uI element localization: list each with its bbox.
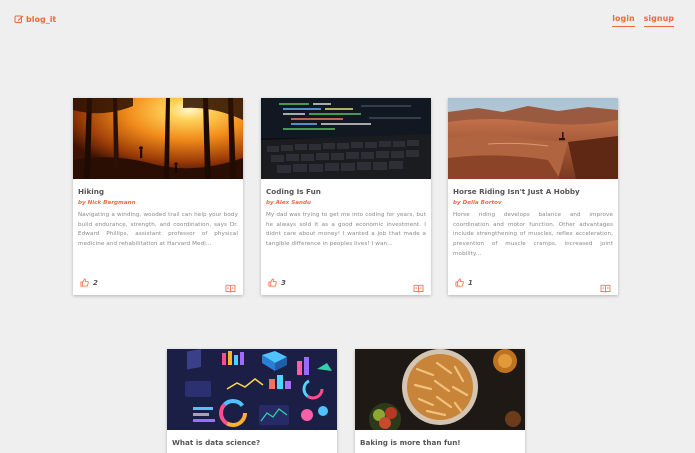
post-title[interactable]: Horse Riding Isn't Just A Hobby xyxy=(453,187,613,196)
post-card[interactable]: Horse Riding Isn't Just A Hobby by Delia… xyxy=(448,98,618,295)
post-author: by Delia Bortov xyxy=(453,200,502,206)
post-card[interactable]: What is data science? xyxy=(167,349,337,453)
post-footer: 2 xyxy=(73,273,243,295)
read-more-button[interactable] xyxy=(225,278,236,295)
navbar: blog_it login signup xyxy=(0,0,695,40)
book-open-icon xyxy=(600,284,611,293)
post-image xyxy=(355,349,525,430)
book-open-icon xyxy=(413,284,424,293)
read-more-button[interactable] xyxy=(413,278,424,295)
post-card[interactable]: Hiking by Nick Bergmann Navigating a win… xyxy=(73,98,243,295)
like-button[interactable]: 1 xyxy=(455,278,473,287)
post-title[interactable]: Baking is more than fun! xyxy=(360,438,520,447)
post-card[interactable]: Coding Is Fun by Alex Sandu My dad was t… xyxy=(261,98,431,295)
post-image xyxy=(261,98,431,179)
post-title[interactable]: What is data science? xyxy=(172,438,332,447)
post-image xyxy=(448,98,618,179)
signup-link[interactable]: signup xyxy=(643,14,674,27)
book-open-icon xyxy=(225,284,236,293)
like-button[interactable]: 3 xyxy=(268,278,286,287)
brand-name: blog_it xyxy=(26,14,57,24)
post-title[interactable]: Hiking xyxy=(78,187,238,196)
like-count: 1 xyxy=(468,278,473,287)
post-excerpt: My dad was trying to get me into coding … xyxy=(266,212,426,248)
thumbs-up-icon xyxy=(455,278,464,287)
post-title[interactable]: Coding Is Fun xyxy=(266,187,426,196)
thumbs-up-icon xyxy=(268,278,277,287)
post-excerpt: Horse riding develops balance and improv… xyxy=(453,212,613,257)
login-link[interactable]: login xyxy=(612,14,635,27)
post-excerpt: Navigating a winding, wooded trail can h… xyxy=(78,212,238,248)
nav-links: login signup xyxy=(612,14,674,27)
post-author: by Nick Bergmann xyxy=(78,200,136,206)
thumbs-up-icon xyxy=(80,278,89,287)
read-more-button[interactable] xyxy=(600,278,611,295)
brand-logo[interactable]: blog_it xyxy=(14,14,56,24)
like-count: 2 xyxy=(93,278,98,287)
like-count: 3 xyxy=(281,278,286,287)
edit-icon xyxy=(14,15,24,23)
post-image xyxy=(167,349,337,430)
like-button[interactable]: 2 xyxy=(80,278,98,287)
post-card[interactable]: Baking is more than fun! xyxy=(355,349,525,453)
post-footer: 3 xyxy=(261,273,431,295)
post-image xyxy=(73,98,243,179)
post-author: by Alex Sandu xyxy=(266,200,311,206)
post-footer: 1 xyxy=(448,273,618,295)
